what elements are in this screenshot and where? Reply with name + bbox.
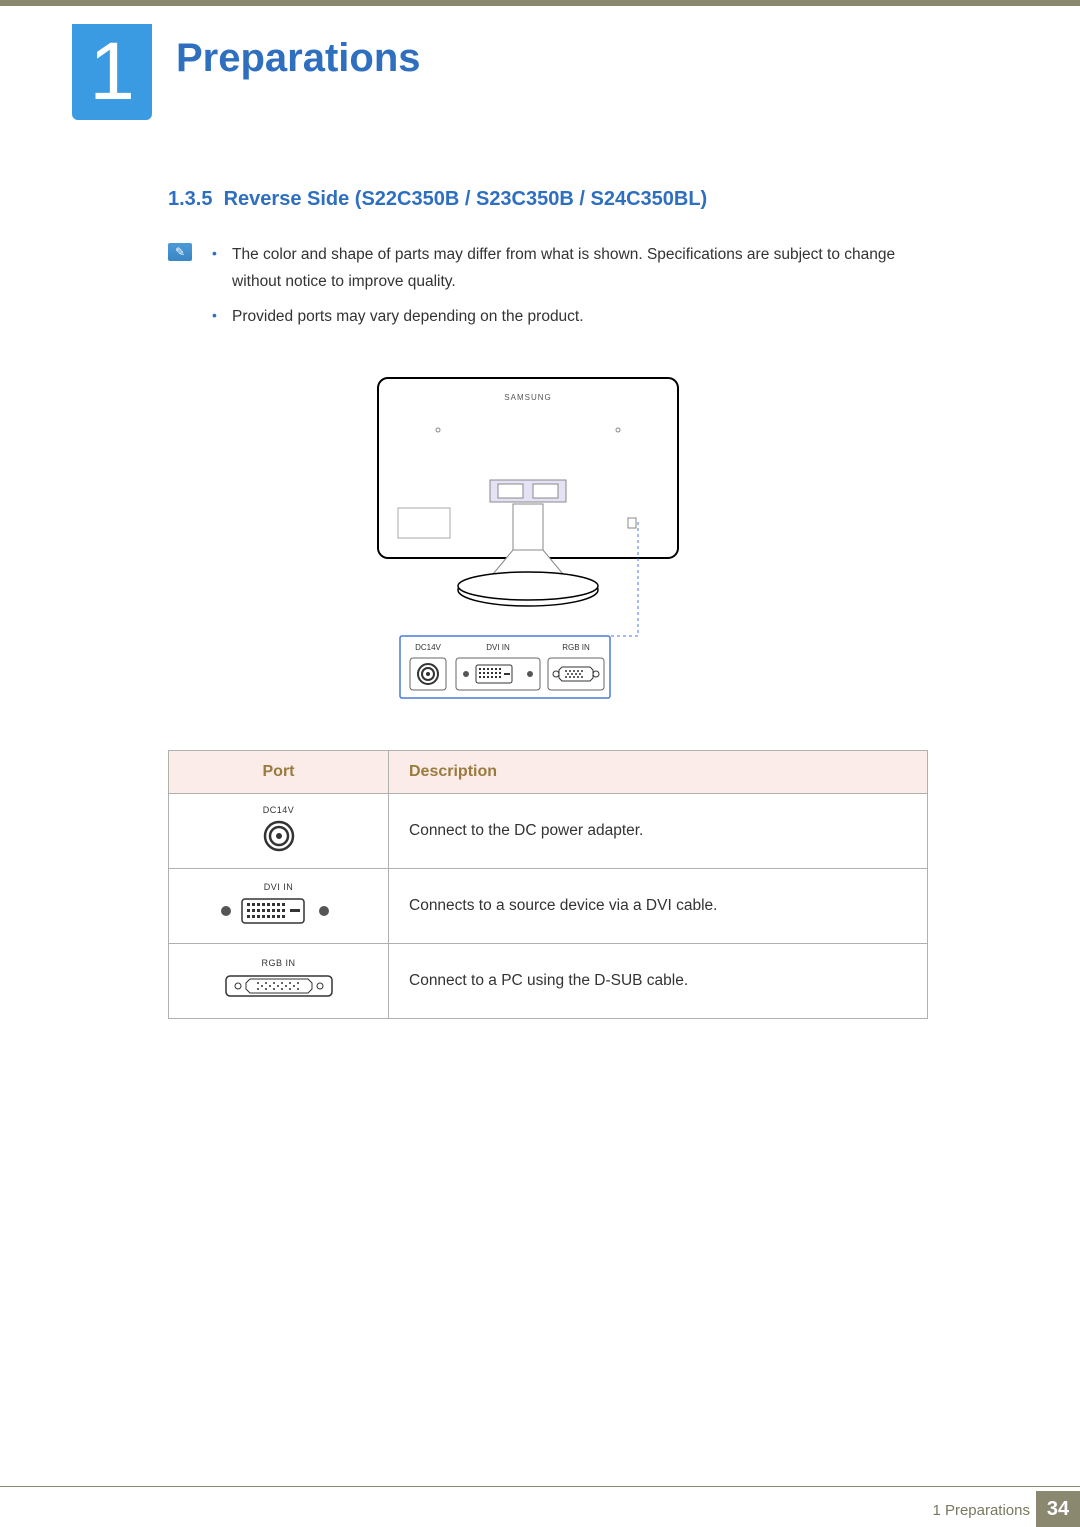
chapter-tab: 1 xyxy=(72,24,152,120)
svg-text:DVI IN: DVI IN xyxy=(486,643,510,652)
port-cell-dvi: DVI IN xyxy=(169,869,389,944)
port-desc: Connect to a PC using the D-SUB cable. xyxy=(389,944,928,1019)
port-label: DVI IN xyxy=(189,882,368,892)
note-block: The color and shape of parts may differ … xyxy=(168,241,928,330)
table-header-row: Port Description xyxy=(169,751,928,794)
port-cell-rgb: RGB IN xyxy=(169,944,389,1019)
section-number: 1.3.5 xyxy=(168,188,212,210)
table-row: DVI IN Connects to a source device v xyxy=(169,869,928,944)
dc-jack-icon xyxy=(262,819,296,853)
table-row: RGB IN Connect to a PC using the D-SUB xyxy=(169,944,928,1019)
port-label: DC14V xyxy=(189,805,368,815)
vga-port-icon xyxy=(224,972,334,1000)
chapter-title: Preparations xyxy=(176,36,421,81)
port-desc: Connects to a source device via a DVI ca… xyxy=(389,869,928,944)
note-list: The color and shape of parts may differ … xyxy=(212,241,928,330)
note-icon xyxy=(168,243,192,261)
reverse-side-figure: SAMSUNG DC14V xyxy=(128,370,928,710)
svg-text:RGB IN: RGB IN xyxy=(562,643,590,652)
section-heading: 1.3.5 Reverse Side (S22C350B / S23C350B … xyxy=(168,188,928,211)
page-footer: 1 Preparations 34 xyxy=(0,1487,1080,1527)
th-port: Port xyxy=(169,751,389,794)
table-row: DC14V Connect to the DC power adapter. xyxy=(169,794,928,869)
port-desc: Connect to the DC power adapter. xyxy=(389,794,928,869)
note-item: The color and shape of parts may differ … xyxy=(212,241,928,295)
port-cell-dc: DC14V xyxy=(169,794,389,869)
port-label: RGB IN xyxy=(189,958,368,968)
page-content: 1.3.5 Reverse Side (S22C350B / S23C350B … xyxy=(168,188,928,1019)
ports-table: Port Description DC14V Connect to the DC… xyxy=(168,750,928,1019)
dvi-port-icon xyxy=(214,896,344,926)
page-number: 34 xyxy=(1036,1491,1080,1527)
note-item: Provided ports may vary depending on the… xyxy=(212,303,928,330)
th-description: Description xyxy=(389,751,928,794)
section-title: Reverse Side (S22C350B / S23C350B / S24C… xyxy=(224,188,708,210)
top-accent-bar xyxy=(0,0,1080,6)
svg-text:DC14V: DC14V xyxy=(415,643,441,652)
brand-label: SAMSUNG xyxy=(504,393,551,402)
chapter-number: 1 xyxy=(89,25,135,119)
footer-chapter-ref: 1 Preparations xyxy=(932,1502,1030,1519)
